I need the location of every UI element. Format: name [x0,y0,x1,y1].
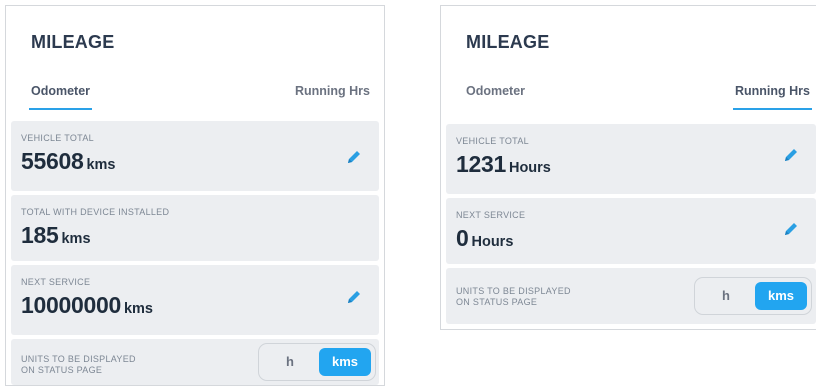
tab-odometer[interactable]: Odometer [29,82,93,112]
unit-option-h[interactable]: h [700,282,752,310]
panel-title: MILEAGE [31,32,115,52]
pencil-icon[interactable] [345,288,363,306]
panel-title: MILEAGE [466,32,550,52]
card-value: 55608 kms [21,148,116,175]
units-label-line1: UNITS TO BE DISPLAYED [456,286,571,296]
device-total-card: TOTAL WITH DEVICE INSTALLED 185 kms [11,195,379,261]
units-label-line2: ON STATUS PAGE [456,297,538,307]
units-card: UNITS TO BE DISPLAYED ON STATUS PAGE h k… [11,339,379,385]
card-value: 10000000 kms [21,292,153,319]
value-unit: kms [61,231,91,247]
value-number: 0 [456,225,469,251]
card-label: VEHICLE TOTAL [21,133,94,143]
units-label-line1: UNITS TO BE DISPLAYED [21,354,136,364]
card-label: NEXT SERVICE [21,277,91,287]
tab-label: Odometer [31,84,91,98]
card-value: 0 Hours [456,225,513,252]
units-label: UNITS TO BE DISPLAYED ON STATUS PAGE [21,354,201,376]
next-service-card: NEXT SERVICE 0 Hours [446,198,816,264]
value-unit: kms [123,301,153,317]
pencil-icon[interactable] [345,148,363,166]
units-card: UNITS TO BE DISPLAYED ON STATUS PAGE h k… [446,268,816,324]
vehicle-total-card: VEHICLE TOTAL 1231 Hours [446,124,816,194]
unit-option-kms[interactable]: kms [319,348,371,376]
tab-bar: Odometer Running Hrs [6,82,384,112]
next-service-card: NEXT SERVICE 10000000 kms [11,265,379,335]
value-number: 1231 [456,151,506,177]
pencil-icon[interactable] [782,146,800,164]
units-toggle: h kms [694,277,812,315]
card-label: NEXT SERVICE [456,210,526,220]
vehicle-total-card: VEHICLE TOTAL 55608 kms [11,121,379,191]
tab-running-hrs[interactable]: Running Hrs [295,82,370,112]
card-value: 1231 Hours [456,151,551,178]
value-unit: kms [86,157,116,173]
value-unit: Hours [471,234,514,250]
value-number: 10000000 [21,292,121,318]
mileage-panel-odometer: MILEAGE Odometer Running Hrs VEHICLE TOT… [5,5,385,386]
mileage-panel-running-hrs: MILEAGE Odometer Running Hrs VEHICLE TOT… [440,5,816,330]
tab-label: Odometer [466,84,526,98]
unit-option-h[interactable]: h [264,348,316,376]
tab-bar: Odometer Running Hrs [441,82,816,112]
active-tab-indicator [733,108,812,110]
units-label-line2: ON STATUS PAGE [21,365,103,375]
units-toggle: h kms [258,343,376,381]
tab-running-hrs[interactable]: Running Hrs [733,82,812,112]
tab-odometer[interactable]: Odometer [466,82,525,112]
value-number: 55608 [21,148,84,174]
tab-label: Running Hrs [295,84,370,98]
value-unit: Hours [508,160,551,176]
unit-option-kms[interactable]: kms [755,282,807,310]
value-number: 185 [21,222,59,248]
active-tab-indicator [29,108,93,110]
tab-label: Running Hrs [735,84,810,98]
card-value: 185 kms [21,222,91,249]
card-label: TOTAL WITH DEVICE INSTALLED [21,207,170,217]
units-label: UNITS TO BE DISPLAYED ON STATUS PAGE [456,286,636,308]
card-label: VEHICLE TOTAL [456,136,529,146]
pencil-icon[interactable] [782,220,800,238]
